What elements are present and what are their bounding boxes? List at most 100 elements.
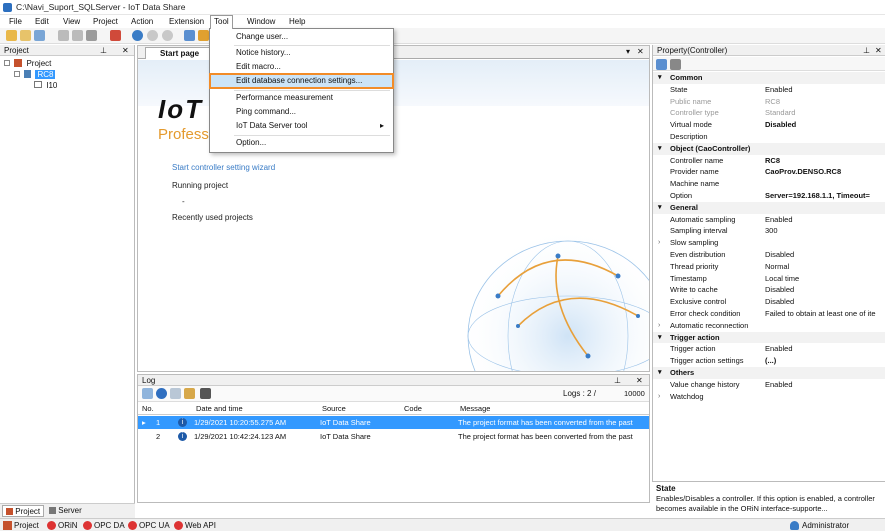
property-value[interactable]: RC8	[765, 155, 885, 167]
property-value[interactable]: Enabled	[765, 379, 885, 391]
collapse-icon[interactable]: ▾	[658, 332, 662, 344]
property-row[interactable]: Exclusive control Disabled	[653, 296, 885, 308]
menu-item-iot-data-server-tool[interactable]: IoT Data Server tool ▸	[210, 119, 393, 133]
property-value[interactable]: Normal	[765, 261, 885, 273]
tab-project[interactable]: Project	[2, 505, 44, 517]
property-value[interactable]: Failed to obtain at least one of ite	[765, 308, 885, 320]
delete-icon[interactable]	[86, 30, 97, 41]
copy-icon[interactable]	[58, 30, 69, 41]
property-category[interactable]: ▾ Object (CaoController)	[653, 142, 885, 155]
property-value[interactable]: Enabled	[765, 84, 885, 96]
property-value[interactable]: (...)	[765, 355, 885, 367]
property-category[interactable]: ▾ Others	[653, 367, 885, 379]
menu-item-change-user[interactable]: Change user...	[210, 30, 393, 44]
property-value[interactable]: Disabled	[765, 296, 885, 308]
property-row[interactable]: Trigger action Enabled	[653, 343, 885, 355]
col-message[interactable]: Message	[460, 402, 490, 415]
close-icon[interactable]: ✕	[636, 375, 643, 386]
col-date[interactable]: Date and time	[196, 402, 243, 415]
pin-icon[interactable]: ⊥	[614, 375, 621, 386]
property-row[interactable]: Controller type Standard	[653, 107, 885, 119]
menu-project[interactable]: Project	[90, 16, 121, 28]
pause-icon[interactable]	[147, 30, 158, 41]
property-category[interactable]: ▾ General	[653, 201, 885, 214]
col-source[interactable]: Source	[322, 402, 346, 415]
property-row[interactable]: Value change history Enabled	[653, 379, 885, 391]
menu-item-edit-db-connection[interactable]: Edit database connection settings...	[209, 73, 394, 89]
property-category[interactable]: ▾ Common	[653, 72, 885, 84]
wizard-link[interactable]: Start controller setting wizard	[172, 163, 275, 172]
property-row[interactable]: State Enabled	[653, 84, 885, 96]
property-row[interactable]: Even distribution Disabled	[653, 249, 885, 261]
collapse-icon[interactable]: ▾	[658, 72, 662, 84]
close-icon[interactable]: ✕	[122, 45, 129, 56]
tree-item-project[interactable]: Project	[4, 58, 51, 69]
property-value[interactable]: CaoProv.DENSO.RC8	[765, 166, 885, 178]
property-row[interactable]: Virtual mode Disabled	[653, 119, 885, 131]
menu-item-ping[interactable]: Ping command...	[210, 105, 393, 119]
stop-icon[interactable]	[162, 30, 173, 41]
tab-server[interactable]: Server	[46, 505, 88, 517]
menu-extension[interactable]: Extension	[166, 16, 207, 28]
collapse-icon[interactable]	[4, 60, 10, 66]
property-row[interactable]: Trigger action settings (...)	[653, 355, 885, 367]
property-row[interactable]: Sampling interval 300	[653, 225, 885, 237]
expand-icon[interactable]: ›	[658, 320, 660, 332]
pin-icon[interactable]: ⊥	[863, 45, 870, 56]
property-category[interactable]: ▾ Trigger action	[653, 331, 885, 344]
property-row[interactable]: Public name RC8	[653, 96, 885, 108]
toolbox-icon[interactable]	[110, 30, 121, 41]
property-value[interactable]: Enabled	[765, 343, 885, 355]
property-value[interactable]: Disabled	[765, 249, 885, 261]
paste-icon[interactable]	[72, 30, 83, 41]
filter-icon[interactable]	[200, 388, 211, 399]
pin-icon[interactable]: ⊥	[100, 45, 107, 56]
expand-icon[interactable]: ›	[658, 237, 660, 249]
collapse-icon[interactable]: ▾	[658, 367, 662, 379]
tree-item-i10[interactable]: I10	[34, 80, 57, 91]
property-value[interactable]: Local time	[765, 273, 885, 285]
property-value[interactable]: Enabled	[765, 214, 885, 226]
property-row[interactable]: Description	[653, 131, 885, 143]
property-row[interactable]: Error check condition Failed to obtain at…	[653, 308, 885, 320]
property-row[interactable]: › Automatic reconnection	[653, 320, 885, 332]
menu-file[interactable]: File	[6, 16, 25, 28]
property-value[interactable]: Standard	[765, 107, 885, 119]
download-icon[interactable]	[156, 388, 167, 399]
property-row[interactable]: Thread priority Normal	[653, 261, 885, 273]
sort-alpha-icon[interactable]	[670, 59, 681, 70]
open-icon[interactable]	[20, 30, 31, 41]
settings-icon[interactable]	[198, 30, 209, 41]
expand-icon[interactable]: ›	[658, 391, 660, 403]
property-value[interactable]: 300	[765, 225, 885, 237]
table-row[interactable]: 2 i 1/29/2021 10:42:24.123 AM IoT Data S…	[138, 430, 649, 443]
property-row[interactable]: › Watchdog	[653, 391, 885, 403]
table-row[interactable]: ▸ 1 i 1/29/2021 10:20:55.275 AM IoT Data…	[138, 416, 649, 429]
col-no[interactable]: No.	[142, 402, 154, 415]
menu-edit[interactable]: Edit	[32, 16, 52, 28]
clear-log-icon[interactable]	[142, 388, 153, 399]
close-tab-icon[interactable]: ✕	[637, 47, 644, 56]
tab-list-icon[interactable]: ▾	[626, 47, 630, 56]
play-icon[interactable]	[132, 30, 143, 41]
menu-help[interactable]: Help	[286, 16, 308, 28]
menu-item-edit-macro[interactable]: Edit macro...	[210, 60, 393, 74]
property-row[interactable]: Timestamp Local time	[653, 273, 885, 285]
property-row[interactable]: Controller name RC8	[653, 155, 885, 167]
menu-item-performance[interactable]: Performance measurement	[210, 91, 393, 105]
tree-item-rc8[interactable]: RC8	[14, 69, 56, 80]
menu-window[interactable]: Window	[244, 16, 278, 28]
collapse-icon[interactable]	[14, 71, 20, 77]
property-value[interactable]: Disabled	[765, 119, 885, 131]
menu-item-option[interactable]: Option...	[210, 136, 393, 150]
copy-log-icon[interactable]	[170, 388, 181, 399]
monitor-icon[interactable]	[184, 30, 195, 41]
property-value[interactable]: Disabled	[765, 284, 885, 296]
col-code[interactable]: Code	[404, 402, 422, 415]
property-value[interactable]: Server=192.168.1.1, Timeout=	[765, 190, 885, 202]
property-row[interactable]: Write to cache Disabled	[653, 284, 885, 296]
property-row[interactable]: Machine name	[653, 178, 885, 190]
menu-item-notice-history[interactable]: Notice history...	[210, 46, 393, 60]
property-row[interactable]: › Slow sampling	[653, 237, 885, 249]
menu-tool[interactable]: Tool	[210, 15, 233, 29]
